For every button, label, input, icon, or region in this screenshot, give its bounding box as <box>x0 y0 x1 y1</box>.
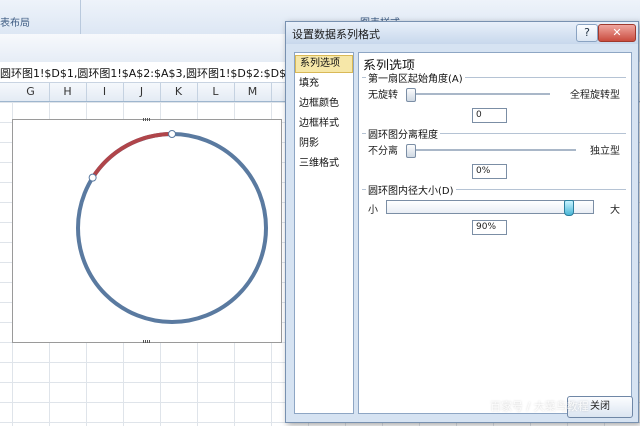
explosion-max-label: 独立型 <box>590 146 620 157</box>
window-close-button[interactable]: ✕ <box>598 24 636 42</box>
explosion-slider-track[interactable] <box>406 149 576 152</box>
hole-size-min-label: 小 <box>368 205 378 216</box>
explosion-min-label: 不分离 <box>368 146 398 157</box>
resize-handle-bottom[interactable] <box>143 340 151 343</box>
series-point-handle <box>168 130 176 138</box>
angle-label: 第一扇区起始角度(A) <box>366 70 465 85</box>
column-header[interactable]: J <box>123 83 161 101</box>
column-header[interactable]: K <box>160 83 198 101</box>
dialog-titlebar[interactable]: 设置数据系列格式 ? ✕ <box>286 22 638 44</box>
hole-size-max-label: 大 <box>610 205 620 216</box>
hole-size-label: 圆环图内径大小(D) <box>366 182 456 197</box>
explosion-value-input[interactable]: 0% <box>472 164 507 179</box>
category-list: 系列选项 填充 边框颜色 边框样式 阴影 三维格式 <box>294 52 354 414</box>
nav-fill[interactable]: 填充 <box>295 75 353 93</box>
column-header[interactable]: H <box>49 83 87 101</box>
dialog-title: 设置数据系列格式 <box>292 28 380 41</box>
hole-size-value-input[interactable]: 90% <box>472 220 507 235</box>
hole-size-group: 圆环图内径大小(D) 小 大 90% <box>362 182 626 250</box>
nav-3d-format[interactable]: 三维格式 <box>295 155 353 173</box>
column-header[interactable]: M <box>234 83 272 101</box>
series-point-handle <box>88 173 97 182</box>
format-series-dialog: 设置数据系列格式 ? ✕ 系列选项 填充 边框颜色 边框样式 阴影 三维格式 系… <box>285 21 639 423</box>
formula-text[interactable]: 圆环图1!$D$1,圆环图1!$A$2:$A$3,圆环图1!$D$2:$D$3,… <box>0 65 308 81</box>
angle-max-label: 全程旋转型 <box>570 90 620 101</box>
ribbon-group-layout-label: 表布局 <box>0 18 30 29</box>
angle-slider-track[interactable] <box>406 93 550 96</box>
column-header[interactable]: L <box>197 83 235 101</box>
help-button[interactable]: ? <box>576 24 598 42</box>
angle-value-input[interactable]: 0 <box>472 108 507 123</box>
hole-size-slider-thumb[interactable] <box>564 200 575 216</box>
chart-svg <box>76 130 268 324</box>
explosion-label: 圆环图分离程度 <box>366 126 440 141</box>
resize-handle-top[interactable] <box>143 118 151 121</box>
options-panel: 系列选项 第一扇区起始角度(A) 无旋转 全程旋转型 0 圆环图分离程度 不分离… <box>358 52 632 414</box>
doughnut-chart[interactable] <box>12 118 282 343</box>
explosion-slider-thumb[interactable] <box>406 144 416 158</box>
column-header[interactable]: G <box>12 83 50 101</box>
watermark: 百家号 / 大菜鸟教程 <box>490 400 589 413</box>
ribbon-divider <box>80 0 81 34</box>
selected-slice <box>90 132 173 179</box>
column-header[interactable]: I <box>86 83 124 101</box>
nav-shadow[interactable]: 阴影 <box>295 135 353 153</box>
nav-border-style[interactable]: 边框样式 <box>295 115 353 133</box>
hole-size-slider-track[interactable] <box>386 200 594 214</box>
nav-series-options[interactable]: 系列选项 <box>295 55 353 73</box>
nav-border-color[interactable]: 边框颜色 <box>295 95 353 113</box>
angle-slider-thumb[interactable] <box>406 88 416 102</box>
angle-min-label: 无旋转 <box>368 90 398 101</box>
